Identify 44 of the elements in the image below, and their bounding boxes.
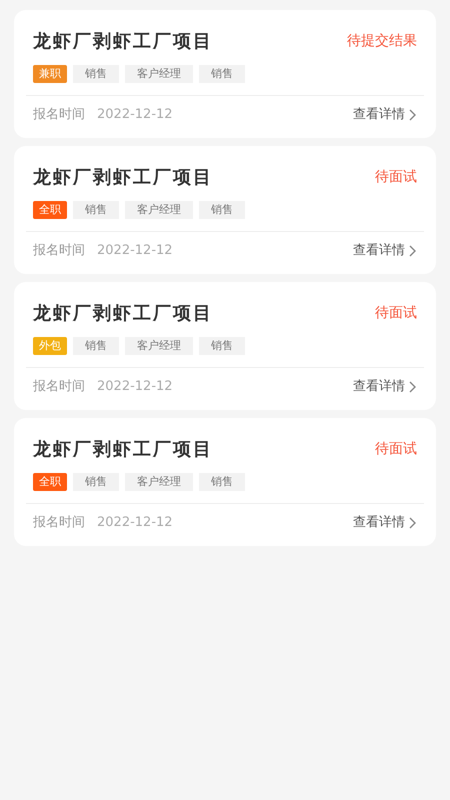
chevron-right-icon (409, 516, 417, 528)
job-card[interactable]: 龙虾厂剥虾工厂项目 待面试 全职 销售 客户经理 销售 报名时间 2022-12-12 查看详情 (14, 418, 436, 546)
view-details-link[interactable]: 查看详情 (353, 512, 417, 532)
job-title: 龙虾厂剥虾工厂项目 (33, 166, 213, 190)
job-tag: 销售 (199, 65, 245, 83)
date-value: 2022-12-12 (97, 514, 173, 532)
job-tag: 销售 (199, 473, 245, 491)
job-tag: 销售 (73, 65, 119, 83)
date-value: 2022-12-12 (97, 378, 173, 396)
date-label: 报名时间 (33, 378, 85, 396)
date-label: 报名时间 (33, 242, 85, 260)
job-tag: 销售 (73, 473, 119, 491)
job-type-tag: 全职 (33, 473, 67, 491)
status-label: 待提交结果 (347, 32, 417, 51)
job-title: 龙虾厂剥虾工厂项目 (33, 30, 213, 54)
job-tag: 客户经理 (125, 201, 193, 219)
date-label: 报名时间 (33, 106, 85, 124)
job-title: 龙虾厂剥虾工厂项目 (33, 302, 213, 326)
job-type-tag: 全职 (33, 201, 67, 219)
job-tag: 销售 (199, 201, 245, 219)
date-label: 报名时间 (33, 514, 85, 532)
view-details-link[interactable]: 查看详情 (353, 376, 417, 396)
view-details-link[interactable]: 查看详情 (353, 240, 417, 260)
chevron-right-icon (409, 244, 417, 256)
job-tag: 客户经理 (125, 337, 193, 355)
job-tag: 销售 (73, 337, 119, 355)
chevron-right-icon (409, 380, 417, 392)
job-tag: 销售 (199, 337, 245, 355)
chevron-right-icon (409, 108, 417, 120)
status-label: 待面试 (375, 440, 417, 459)
job-title: 龙虾厂剥虾工厂项目 (33, 438, 213, 462)
job-type-tag: 外包 (33, 337, 67, 355)
job-type-tag: 兼职 (33, 65, 67, 83)
view-details-link[interactable]: 查看详情 (353, 104, 417, 124)
job-tag: 客户经理 (125, 473, 193, 491)
job-tag: 销售 (73, 201, 119, 219)
job-card[interactable]: 龙虾厂剥虾工厂项目 待提交结果 兼职 销售 客户经理 销售 报名时间 2022-12-12 查看详情 (14, 10, 436, 138)
status-label: 待面试 (375, 168, 417, 187)
job-tag: 客户经理 (125, 65, 193, 83)
job-card[interactable]: 龙虾厂剥虾工厂项目 待面试 外包 销售 客户经理 销售 报名时间 2022-12-12 查看详情 (14, 282, 436, 410)
job-card[interactable]: 龙虾厂剥虾工厂项目 待面试 全职 销售 客户经理 销售 报名时间 2022-12-12 查看详情 (14, 146, 436, 274)
date-value: 2022-12-12 (97, 242, 173, 260)
status-label: 待面试 (375, 304, 417, 323)
date-value: 2022-12-12 (97, 106, 173, 124)
